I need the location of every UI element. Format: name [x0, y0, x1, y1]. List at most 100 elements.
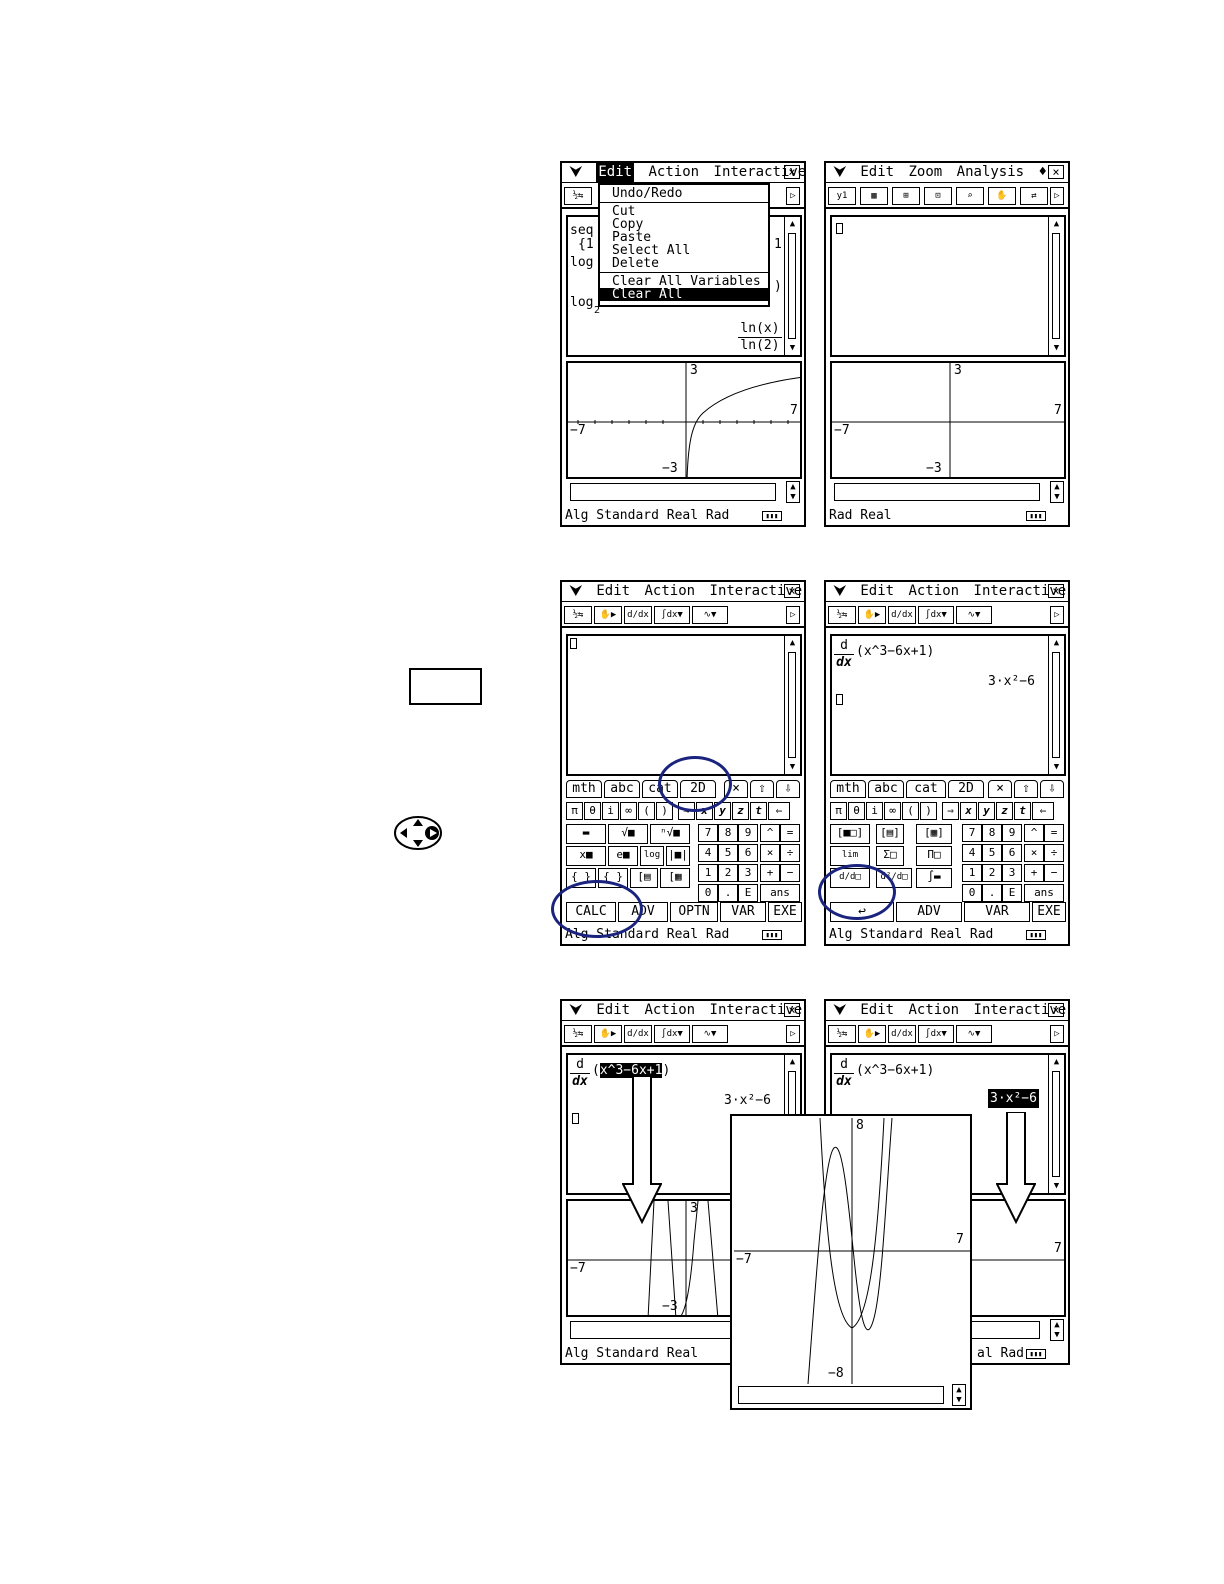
scrollbar[interactable]: ▲ ▼ [1048, 1055, 1064, 1193]
key-backspace[interactable]: ⇐ [1032, 802, 1054, 820]
scroll-down-icon[interactable]: ▼ [1049, 760, 1064, 774]
key-4[interactable]: 4 [698, 844, 718, 862]
key-plus[interactable]: + [1024, 864, 1044, 882]
scrollbar[interactable]: ▲ ▼ [1048, 217, 1064, 355]
integral-icon[interactable]: ∫dx▼ [918, 606, 954, 624]
key-6[interactable]: 6 [738, 844, 758, 862]
key-i[interactable]: i [866, 802, 883, 820]
key-times[interactable]: × [1024, 844, 1044, 862]
toolbar-more-icon[interactable]: ▷ [786, 187, 800, 205]
scroll-up-icon[interactable]: ▲ [1049, 1055, 1064, 1069]
menu-analysis[interactable]: Analysis [957, 163, 1024, 182]
tab-abc[interactable]: abc [604, 780, 640, 798]
key-bracket-col[interactable]: [▤] [876, 824, 904, 844]
zoom-box-icon[interactable]: ⊞ [892, 187, 920, 205]
key-bracket-matrix[interactable]: [▦] [916, 824, 952, 844]
key-3[interactable]: 3 [738, 864, 758, 882]
entry-field[interactable] [570, 483, 776, 501]
keyboard-up-icon[interactable]: ⇧ [750, 780, 774, 798]
key-times[interactable]: × [760, 844, 780, 862]
close-icon[interactable]: × [1048, 165, 1064, 179]
key-7[interactable]: 7 [698, 824, 718, 842]
graph-icon[interactable]: ∿▼ [692, 1025, 728, 1043]
key-ans[interactable]: ans [1024, 884, 1064, 902]
key-y[interactable]: y [978, 802, 995, 820]
key-exp[interactable]: e■ [608, 846, 638, 866]
key-sqrt[interactable]: √■ [608, 824, 648, 844]
key-product[interactable]: Π□ [916, 846, 952, 866]
adv-button[interactable]: ADV [896, 902, 962, 922]
close-icon[interactable]: × [784, 1003, 800, 1017]
scroll-down-icon[interactable]: ▼ [1049, 1179, 1064, 1193]
tab-cat[interactable]: cat [906, 780, 946, 798]
key-matrix-col[interactable]: [▤ [630, 868, 658, 888]
fraction-toggle-icon[interactable]: ½⇆ [564, 606, 592, 624]
integral-icon[interactable]: ∫dx▼ [918, 1025, 954, 1043]
toolbar-more-icon[interactable]: ▷ [1050, 187, 1064, 205]
close-icon[interactable]: × [784, 584, 800, 598]
keyboard-down-icon[interactable]: ⇩ [776, 780, 800, 798]
key-z[interactable]: z [996, 802, 1013, 820]
key-pi[interactable]: π [830, 802, 847, 820]
key-infinity[interactable]: ∞ [884, 802, 901, 820]
key-limit[interactable]: lim [830, 846, 870, 866]
keyboard-down-icon[interactable]: ⇩ [1040, 780, 1064, 798]
entry-field[interactable] [738, 1386, 944, 1404]
menu-edit[interactable]: Edit [860, 1001, 894, 1020]
fraction-toggle-icon[interactable]: ½⇆ [828, 1025, 856, 1043]
integral-icon[interactable]: ∫dx▼ [654, 606, 690, 624]
key-abs[interactable]: |■| [666, 846, 690, 866]
key-matrix[interactable]: [▦ [660, 868, 690, 888]
fraction-toggle-icon[interactable]: ½⇆ [828, 606, 856, 624]
menu-edit[interactable]: Edit [860, 582, 894, 601]
scroll-track[interactable] [1052, 233, 1060, 339]
trace-icon[interactable]: ⇄ [1020, 187, 1048, 205]
chevron-down-icon[interactable]: ⮟ [834, 1001, 846, 1020]
scroll-up-icon[interactable]: ▲ [785, 636, 800, 650]
scroll-down-icon[interactable]: ▼ [785, 341, 800, 355]
drag-icon[interactable]: ✋▶ [594, 606, 622, 624]
zoom-fit-icon[interactable]: ⊡ [924, 187, 952, 205]
key-caret[interactable]: ^ [760, 824, 780, 842]
drag-icon[interactable]: ✋▶ [594, 1025, 622, 1043]
key-log[interactable]: log [640, 846, 664, 866]
key-dot[interactable]: . [982, 884, 1002, 902]
key-6[interactable]: 6 [1002, 844, 1022, 862]
menu-action[interactable]: Action [645, 582, 696, 601]
scroll-up-icon[interactable]: ▲ [785, 1055, 800, 1069]
menu-diamond[interactable]: ♦ [1039, 163, 1047, 182]
key-pi[interactable]: π [566, 802, 583, 820]
close-icon[interactable]: × [1048, 1003, 1064, 1017]
graph-icon[interactable]: ∿▼ [956, 606, 992, 624]
key-caret[interactable]: ^ [1024, 824, 1044, 842]
key-t[interactable]: t [750, 802, 767, 820]
resize-icon[interactable]: ▲ ▼ [1050, 481, 1064, 503]
resize-icon[interactable]: ▲ ▼ [1050, 1319, 1064, 1341]
key-equals[interactable]: = [780, 824, 800, 842]
exe-button[interactable]: EXE [1032, 902, 1066, 922]
graph-icon[interactable]: ∿▼ [692, 606, 728, 624]
graph-icon[interactable]: ∿▼ [956, 1025, 992, 1043]
scroll-track[interactable] [1052, 1071, 1060, 1177]
key-4[interactable]: 4 [962, 844, 982, 862]
key-9[interactable]: 9 [1002, 824, 1022, 842]
key-implies[interactable]: ⇒ [942, 802, 959, 820]
key-9[interactable]: 9 [738, 824, 758, 842]
scroll-up-icon[interactable]: ▲ [1049, 636, 1064, 650]
menu-edit[interactable]: Edit [596, 1001, 630, 1020]
key-nthroot[interactable]: ⁿ√■ [650, 824, 690, 844]
scroll-up-icon[interactable]: ▲ [785, 217, 800, 231]
scrollbar[interactable]: ▲ ▼ [784, 217, 800, 355]
table-icon[interactable]: ▦ [860, 187, 888, 205]
key-theta[interactable]: θ [848, 802, 865, 820]
key-i[interactable]: i [602, 802, 619, 820]
menu-edit[interactable]: Edit [596, 582, 630, 601]
key-2[interactable]: 2 [982, 864, 1002, 882]
menu-item-delete[interactable]: Delete [600, 257, 768, 270]
key-exp10[interactable]: E [738, 884, 758, 902]
chevron-down-icon[interactable]: ⮟ [570, 582, 582, 601]
scrollbar[interactable]: ▲ ▼ [784, 636, 800, 774]
key-8[interactable]: 8 [982, 824, 1002, 842]
menu-action[interactable]: Action [649, 163, 700, 182]
key-dot[interactable]: . [718, 884, 738, 902]
